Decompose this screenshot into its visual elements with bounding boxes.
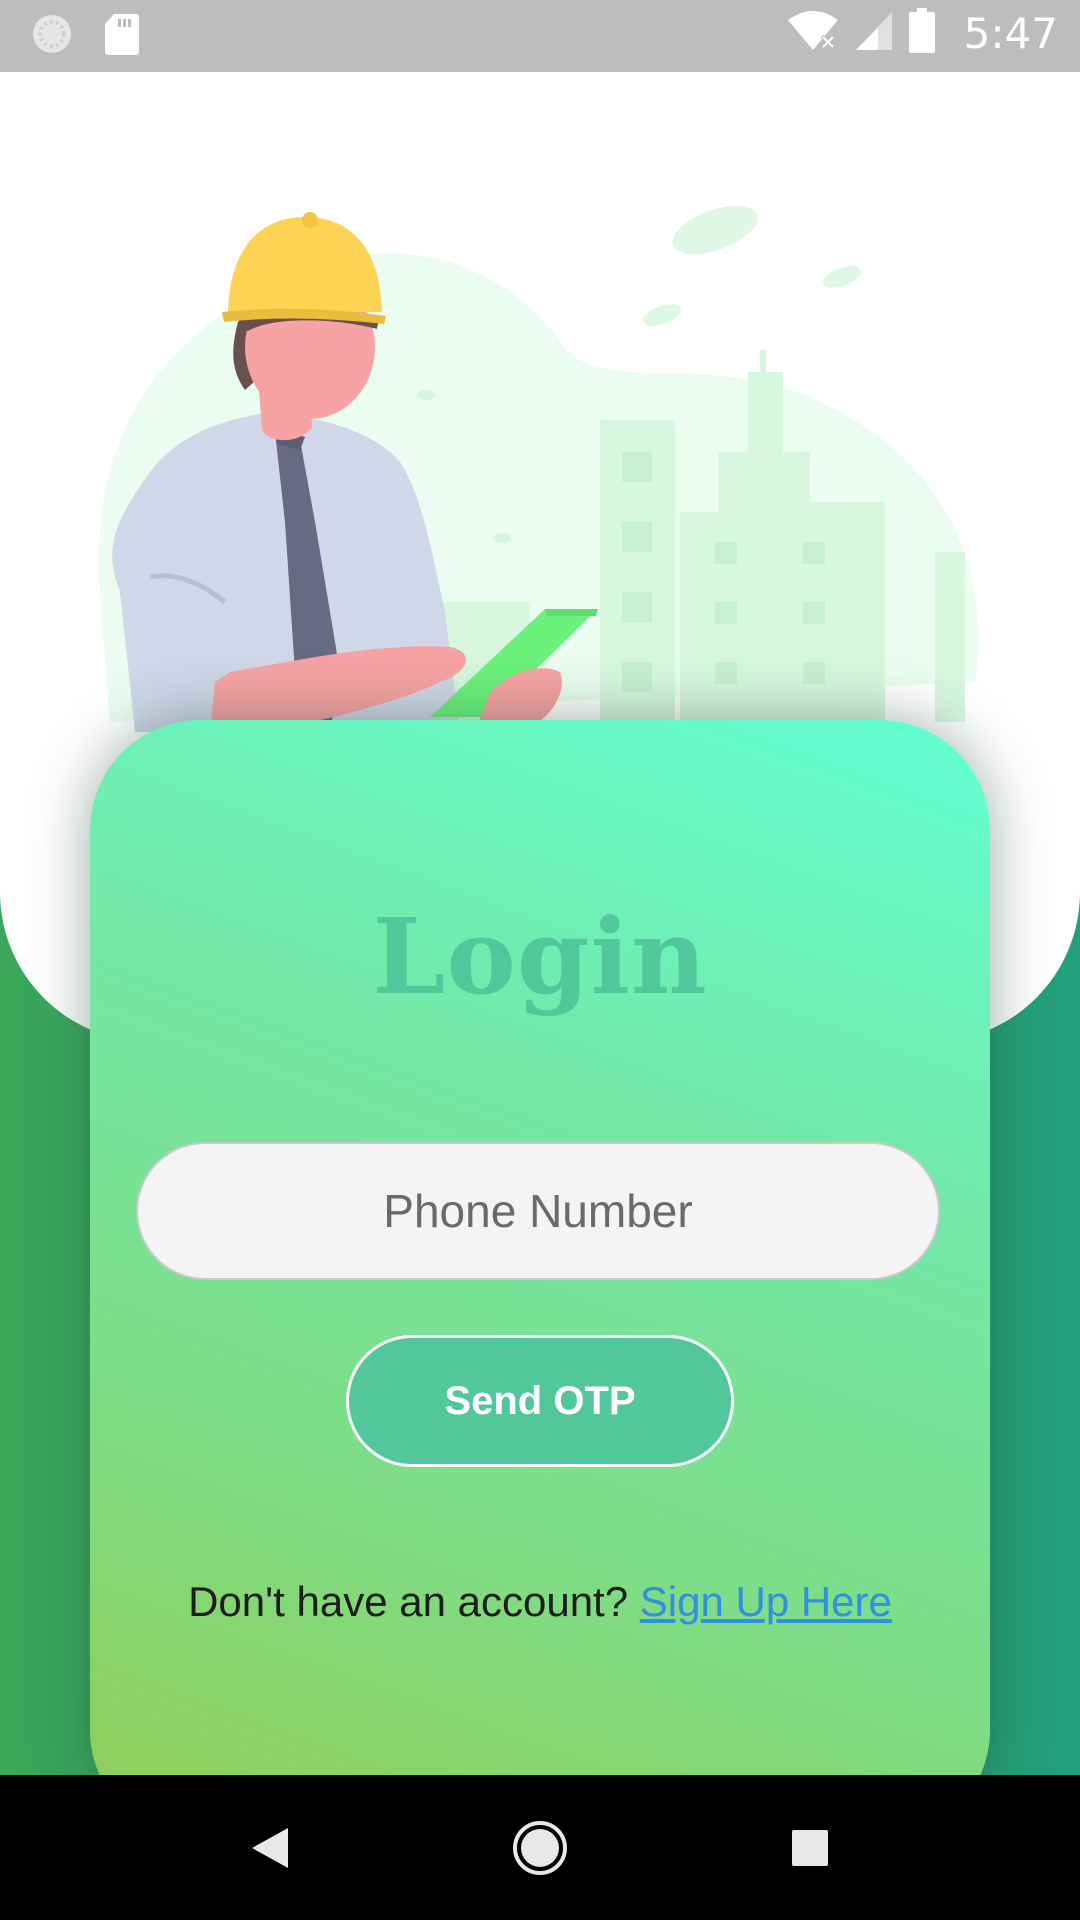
recents-button[interactable] <box>730 1775 890 1920</box>
sd-card-icon <box>104 12 140 61</box>
battery-icon <box>908 8 936 59</box>
login-title: Login <box>372 895 708 1018</box>
recents-icon <box>792 1829 828 1866</box>
status-bar: 5:47 <box>0 0 1080 72</box>
back-icon <box>252 1827 288 1868</box>
home-icon <box>513 1820 567 1875</box>
clock: 5:47 <box>963 9 1058 58</box>
wifi-off-icon <box>786 10 840 57</box>
sign-up-link[interactable]: Sign Up Here <box>640 1578 892 1625</box>
back-button[interactable] <box>190 1775 350 1920</box>
sync-icon <box>30 12 74 61</box>
signup-prompt-line: Don't have an account? Sign Up Here <box>90 1578 990 1626</box>
home-button[interactable] <box>460 1775 620 1920</box>
cell-signal-icon <box>854 10 894 57</box>
login-card: Login Send OTP Don't have an account? Si… <box>90 720 990 1840</box>
navigation-bar <box>0 1775 1080 1920</box>
phone-number-input[interactable] <box>136 1142 940 1280</box>
engineer-illustration <box>0 72 1080 732</box>
signup-prompt-text: Don't have an account? <box>188 1578 629 1625</box>
send-otp-button[interactable]: Send OTP <box>346 1335 734 1467</box>
